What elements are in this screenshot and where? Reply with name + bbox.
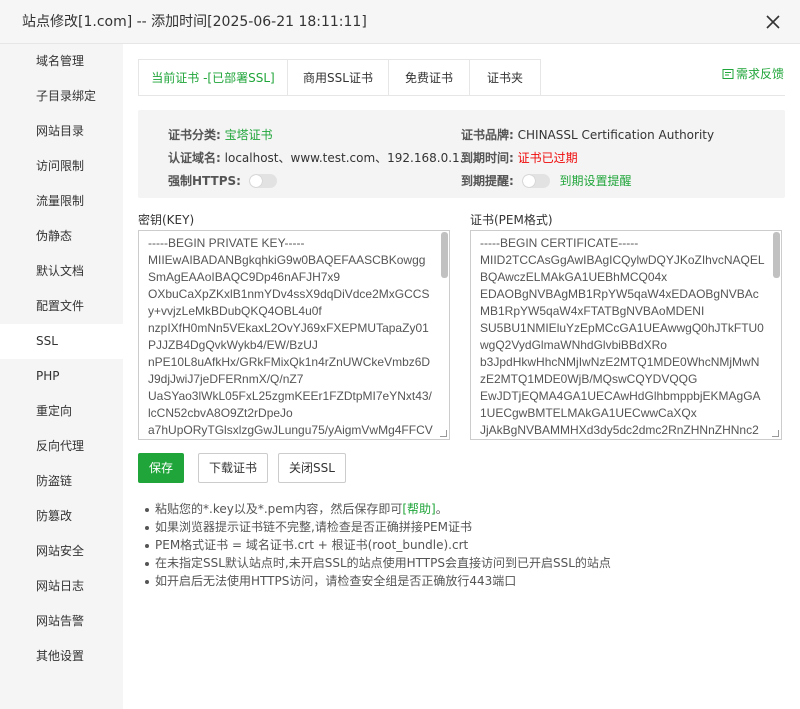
- expire-remind-row: 到期提醒: 到期设置提醒: [461, 172, 631, 189]
- close-ssl-button[interactable]: 关闭SSL: [278, 453, 346, 483]
- key-textarea-content: -----BEGIN PRIVATE KEY----- MIIEwAIBADAN…: [148, 236, 433, 437]
- tip-item: 粘贴您的*.key以及*.pem内容，然后保存即可[帮助]。: [143, 500, 611, 518]
- cert-expire-label: 到期时间:: [461, 151, 514, 165]
- sidebar-item-rewrite[interactable]: 伪静态: [0, 219, 123, 254]
- cert-category-row: 证书分类: 宝塔证书: [168, 126, 273, 143]
- cert-category-value: 宝塔证书: [224, 128, 273, 142]
- download-cert-button[interactable]: 下载证书: [198, 453, 268, 483]
- dialog-title: 站点修改[1.com] -- 添加时间[2025-06-21 18:11:11]: [22, 14, 367, 30]
- force-https-label: 强制HTTPS:: [168, 174, 241, 188]
- feedback-label: 需求反馈: [735, 67, 784, 81]
- tip1-text: 粘贴您的*.key以及*.pem内容，然后保存即可: [155, 502, 403, 516]
- sidebar-item-tamper[interactable]: 防篡改: [0, 499, 123, 534]
- cert-domains-row: 认证域名: localhost、www.test.com、192.168.0.1…: [168, 149, 471, 166]
- sidebar-item-subdir[interactable]: 子目录绑定: [0, 79, 123, 114]
- cert-brand-value: CHINASSL Certification Authority: [517, 128, 715, 142]
- cert-category-label: 证书分类:: [168, 128, 221, 142]
- tip-item: 如果浏览器提示证书链不完整,请检查是否正确拼接PEM证书: [143, 518, 611, 536]
- key-textarea[interactable]: -----BEGIN PRIVATE KEY----- MIIEwAIBADAN…: [138, 230, 450, 440]
- cert-brand-label: 证书品牌:: [461, 128, 514, 142]
- sidebar-item-hotlink[interactable]: 防盗链: [0, 464, 123, 499]
- sidebar-item-config[interactable]: 配置文件: [0, 289, 123, 324]
- cert-info-panel: 证书分类: 宝塔证书 证书品牌: CHINASSL Certification …: [138, 110, 785, 198]
- sidebar-item-access-limit[interactable]: 访问限制: [0, 149, 123, 184]
- cert-field-label: 证书(PEM格式): [470, 213, 553, 227]
- sidebar-item-redirect[interactable]: 重定向: [0, 394, 123, 429]
- sidebar-item-site-security[interactable]: 网站安全: [0, 534, 123, 569]
- sidebar-item-reverse-proxy[interactable]: 反向代理: [0, 429, 123, 464]
- cert-textarea-resize-handle[interactable]: [772, 430, 779, 437]
- close-icon[interactable]: [765, 14, 781, 30]
- sidebar-item-domain[interactable]: 域名管理: [0, 44, 123, 79]
- cert-textarea-scrollbar[interactable]: [773, 232, 780, 278]
- key-field-label: 密钥(KEY): [138, 213, 195, 227]
- tab-current-cert[interactable]: 当前证书 -[已部署SSL]: [138, 59, 288, 96]
- sidebar: 域名管理 子目录绑定 网站目录 访问限制 流量限制 伪静态 默认文档 配置文件 …: [0, 44, 123, 709]
- tip-item: 如开启后无法使用HTTPS访问，请检查安全组是否正确放行443端口: [143, 572, 611, 590]
- sidebar-item-site-alert[interactable]: 网站告警: [0, 604, 123, 639]
- key-textarea-scrollbar[interactable]: [441, 232, 448, 278]
- force-https-toggle[interactable]: [248, 174, 277, 188]
- feedback-icon: [722, 69, 734, 79]
- cert-domains-label: 认证域名:: [168, 151, 221, 165]
- help-link[interactable]: [帮助]: [402, 502, 435, 516]
- tip-item: 在未指定SSL默认站点时,未开启SSL的站点使用HTTPS会直接访问到已开启SS…: [143, 554, 611, 572]
- site-edit-dialog: 站点修改[1.com] -- 添加时间[2025-06-21 18:11:11]…: [0, 0, 800, 709]
- tabs-divider: [138, 95, 785, 96]
- sidebar-item-traffic-limit[interactable]: 流量限制: [0, 184, 123, 219]
- sidebar-item-php[interactable]: PHP: [0, 359, 123, 394]
- tip1-suffix: 。: [435, 502, 448, 516]
- cert-textarea[interactable]: -----BEGIN CERTIFICATE----- MIID2TCCAsGg…: [470, 230, 782, 440]
- tab-commercial-ssl[interactable]: 商用SSL证书: [287, 59, 389, 96]
- sidebar-item-default-doc[interactable]: 默认文档: [0, 254, 123, 289]
- expire-remind-link[interactable]: 到期设置提醒: [559, 174, 631, 188]
- cert-expire-row: 到期时间: 证书已过期: [461, 149, 578, 166]
- tab-cert-folder[interactable]: 证书夹: [469, 59, 541, 96]
- save-button[interactable]: 保存: [138, 453, 184, 483]
- cert-expire-value: 证书已过期: [517, 151, 578, 165]
- expire-remind-toggle[interactable]: [521, 174, 550, 188]
- cert-brand-row: 证书品牌: CHINASSL Certification Authority: [461, 126, 714, 143]
- ssl-tips-list: 粘贴您的*.key以及*.pem内容，然后保存即可[帮助]。 如果浏览器提示证书…: [143, 500, 611, 590]
- feedback-link[interactable]: 需求反馈: [722, 65, 784, 82]
- sidebar-item-site-log[interactable]: 网站日志: [0, 569, 123, 604]
- force-https-row: 强制HTTPS:: [168, 172, 277, 189]
- tab-free-cert[interactable]: 免费证书: [388, 59, 470, 96]
- sidebar-item-site-dir[interactable]: 网站目录: [0, 114, 123, 149]
- tip-item: PEM格式证书 = 域名证书.crt + 根证书(root_bundle).cr…: [143, 536, 611, 554]
- key-textarea-resize-handle[interactable]: [440, 430, 447, 437]
- ssl-panel: 当前证书 -[已部署SSL] 商用SSL证书 免费证书 证书夹 需求反馈 证书分…: [123, 44, 800, 709]
- sidebar-item-ssl[interactable]: SSL: [0, 324, 123, 359]
- cert-domains-value: localhost、www.test.com、192.168.0.1...: [224, 151, 472, 165]
- sidebar-item-other[interactable]: 其他设置: [0, 639, 123, 674]
- title-bar: 站点修改[1.com] -- 添加时间[2025-06-21 18:11:11]: [0, 0, 800, 44]
- cert-textarea-content: -----BEGIN CERTIFICATE----- MIID2TCCAsGg…: [480, 236, 765, 437]
- expire-remind-label: 到期提醒:: [461, 174, 514, 188]
